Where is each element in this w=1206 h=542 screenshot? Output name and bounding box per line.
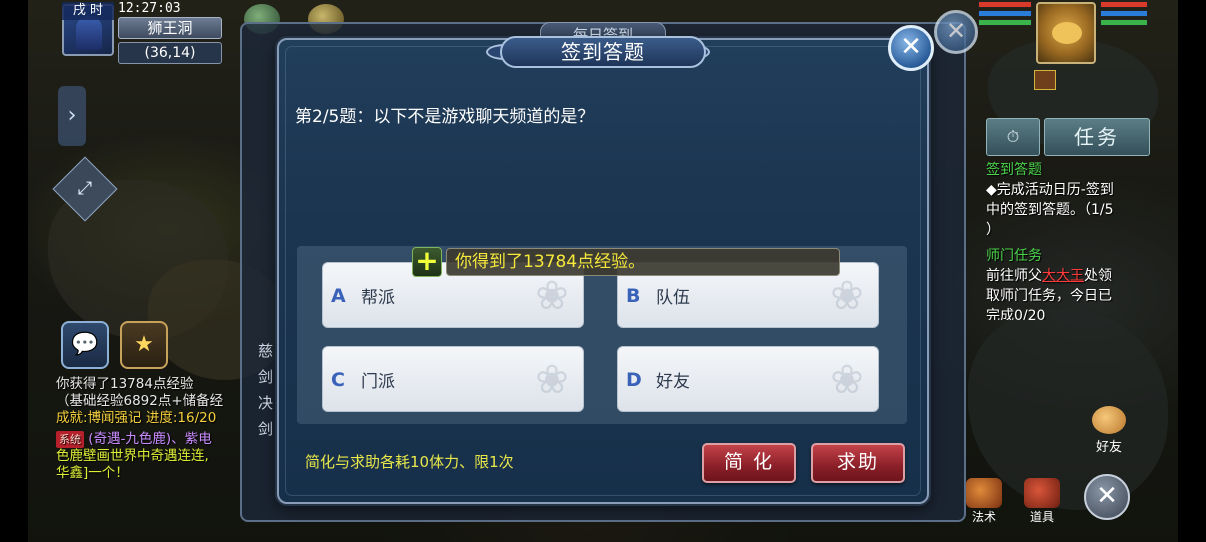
- team-status-bars: [978, 1, 1032, 28]
- chest-icon[interactable]: [1034, 70, 1056, 90]
- task-description: 取师门任务，今日已: [986, 288, 1112, 304]
- task-title[interactable]: 签到答题: [986, 160, 1146, 180]
- gift-icon[interactable]: ★: [120, 321, 168, 369]
- plus-icon: +: [412, 247, 442, 277]
- location-name[interactable]: 狮王洞: [118, 17, 222, 39]
- simplify-button[interactable]: 简 化: [702, 443, 796, 483]
- time-period-label: 戌 时: [62, 2, 114, 20]
- chat-line: 华鑫]一个！: [56, 465, 129, 481]
- option-text: 好友: [656, 372, 690, 392]
- cost-hint: 简化与求助各耗10体力、限1次: [305, 453, 514, 471]
- option-letter: D: [626, 369, 642, 391]
- clock-readout: 12:27:03: [118, 1, 181, 16]
- chat-bubble-icon[interactable]: 💬: [61, 321, 109, 369]
- option-text: 帮派: [361, 288, 395, 308]
- task-description: ◆完成活动日历-签到: [986, 182, 1114, 198]
- option-letter: A: [331, 285, 346, 307]
- back-panel-side-text: 慈 剑 决 剑: [258, 342, 274, 438]
- friend-button[interactable]: 好友: [1086, 406, 1132, 456]
- side-expand-arrow-icon[interactable]: ›: [58, 86, 86, 146]
- chat-log: 你获得了13784点经验 （基础经验6892点+储备经 成就:博闻强记 进度:1…: [56, 376, 246, 482]
- dialog-title: 签到答题: [561, 40, 645, 64]
- task-description: ）: [986, 222, 1000, 238]
- chat-line: （基础经验6892点+储备经: [56, 393, 224, 409]
- collapse-menu-icon[interactable]: ✕: [1084, 474, 1130, 520]
- chat-line: 成就:博闻强记 进度:16/20: [56, 410, 217, 426]
- option-letter: B: [626, 285, 641, 307]
- bell-icon: [966, 478, 1002, 508]
- treasure-chest-icon: [1024, 478, 1060, 508]
- location-coordinates: (36,14): [118, 42, 222, 64]
- chat-line: 你获得了13784点经验: [56, 376, 194, 392]
- handshake-icon: [1092, 406, 1126, 434]
- pet-status-bars: [1100, 1, 1148, 28]
- task-description: 完成0/20: [986, 308, 1046, 320]
- task-title[interactable]: 师门任务: [986, 246, 1146, 266]
- close-icon[interactable]: ✕: [888, 25, 934, 71]
- help-button[interactable]: 求助: [811, 443, 905, 483]
- system-tag: 系统: [56, 431, 84, 448]
- quiz-question: 第2/5题：以下不是游戏聊天频道的是？: [295, 107, 595, 127]
- option-text: 门派: [361, 372, 395, 392]
- fullscreen-expand-icon: ⤢: [77, 178, 93, 199]
- notification-text: 你得到了13784点经验。: [446, 248, 840, 276]
- dialog-title-plate: 签到答题: [500, 36, 706, 68]
- orchid-decoration-icon: ❀: [535, 273, 569, 319]
- chat-line: 系统 (奇遇-九色鹿)、紫电: [56, 431, 246, 448]
- option-letter: C: [331, 369, 345, 391]
- inventory-button[interactable]: 道具: [1020, 478, 1064, 524]
- task-description: 前往师父大大王处领: [986, 268, 1112, 284]
- npc-link[interactable]: 大大王: [1042, 268, 1084, 284]
- orchid-decoration-icon: ❀: [535, 357, 569, 403]
- chat-line: 色鹿壁画世界中奇遇连连,: [56, 448, 209, 464]
- skill-button[interactable]: 法术: [962, 478, 1006, 524]
- orchid-decoration-icon: ❀: [830, 273, 864, 319]
- timer-icon[interactable]: ⏱: [986, 118, 1040, 156]
- exp-notification: + 你得到了13784点经验。: [412, 247, 840, 277]
- orchid-decoration-icon: ❀: [830, 357, 864, 403]
- option-text: 队伍: [656, 288, 690, 308]
- pet-portrait[interactable]: [1036, 2, 1096, 64]
- answer-option-c[interactable]: C 门派 ❀: [322, 346, 584, 412]
- task-description: 中的签到答题。（1/5: [986, 202, 1114, 218]
- task-tracker[interactable]: 签到答题 ◆完成活动日历-签到 中的签到答题。（1/5 ） 师门任务 前往师父大…: [986, 160, 1146, 320]
- answer-option-d[interactable]: D 好友 ❀: [617, 346, 879, 412]
- task-tab-button[interactable]: 任务: [1044, 118, 1150, 156]
- signin-close-icon[interactable]: ✕: [934, 10, 978, 54]
